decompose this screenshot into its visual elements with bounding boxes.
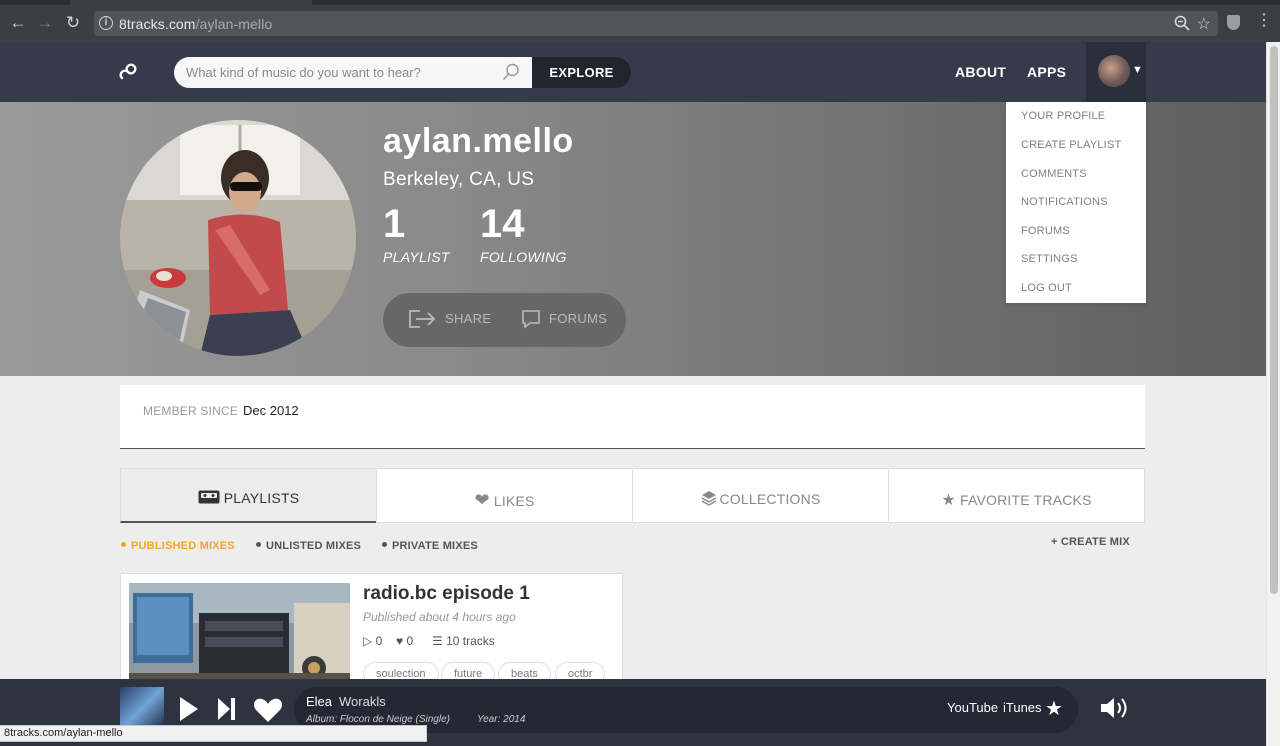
tab-collections[interactable]: COLLECTIONS [632, 468, 889, 523]
share-button[interactable]: SHARE [445, 311, 491, 326]
apps-link[interactable]: APPS [1027, 64, 1066, 80]
favorite-track-star-icon[interactable]: ★ [1045, 696, 1063, 721]
playlist-count[interactable]: 1 [383, 202, 405, 247]
menu-item-settings[interactable]: SETTINGS [1021, 253, 1078, 265]
profile-name: aylan.mello [383, 122, 574, 160]
itunes-link[interactable]: iTunes [1003, 700, 1042, 715]
link-status-bubble: 8tracks.com/aylan-mello [0, 725, 427, 742]
following-label[interactable]: FOLLOWING [480, 249, 567, 265]
tab-favorite-tracks[interactable]: ★ FAVORITE TRACKS [888, 468, 1145, 523]
track-artist: Worakls [339, 694, 386, 709]
track-album: Album: Flocon de Neige (Single) [306, 714, 450, 725]
heart-icon: ❤ [474, 490, 490, 510]
track-title: Elea [306, 694, 333, 709]
mix-published-time: Published about 4 hours ago [363, 610, 516, 624]
mix-tracks: ☰ 10 tracks [432, 634, 495, 648]
heart-count-icon: ♥ [396, 634, 404, 648]
browser-menu-icon[interactable]: ⋮ [1256, 12, 1272, 30]
forums-button[interactable]: FORUMS [549, 311, 607, 326]
private-mixes-link[interactable]: PRIVATE MIXES [382, 540, 478, 552]
bullet-icon [256, 542, 261, 547]
extension-shield-icon[interactable] [1227, 15, 1240, 30]
caret-down-icon: ▼ [1132, 64, 1143, 76]
volume-icon[interactable] [1099, 696, 1129, 725]
address-bar[interactable]: i 8tracks.com/aylan-mello ☆ [94, 11, 1218, 36]
back-icon[interactable]: ← [9, 14, 27, 32]
profile-location: Berkeley, CA, US [383, 169, 535, 190]
member-since-panel: MEMBER SINCE Dec 2012 [120, 385, 1145, 449]
create-mix-button[interactable]: + CREATE MIX [1051, 536, 1130, 548]
member-since-label: MEMBER SINCE [143, 404, 239, 418]
following-count[interactable]: 14 [480, 202, 525, 247]
profile-tabs: PLAYLISTS ❤ LIKES COLLECTIONS ★ FAVORITE… [120, 468, 1145, 524]
tab-likes-label: LIKES [493, 493, 535, 509]
playlist-label[interactable]: PLAYLIST [383, 249, 450, 265]
tab-likes[interactable]: ❤ LIKES [376, 468, 633, 523]
mix-title[interactable]: radio.bc episode 1 [363, 583, 530, 605]
track-year: Year: 2014 [477, 714, 526, 725]
bullet-icon [382, 542, 387, 547]
youtube-link[interactable]: YouTube [947, 700, 998, 715]
mix-tracks-value: 10 tracks [446, 634, 495, 648]
cassette-icon [198, 490, 220, 507]
8tracks-logo[interactable] [118, 58, 144, 84]
tab-collections-label: COLLECTIONS [719, 491, 821, 507]
mix-plays-value: 0 [375, 634, 383, 648]
site-info-icon[interactable]: i [99, 16, 113, 30]
tab-playlists[interactable]: PLAYLISTS [120, 468, 377, 523]
layers-icon [701, 490, 717, 509]
star-icon: ★ [941, 492, 956, 509]
search-input[interactable] [186, 57, 486, 88]
url-host: 8tracks.com [119, 16, 196, 32]
about-link[interactable]: ABOUT [955, 64, 1006, 80]
play-count-icon: ▷ [363, 634, 373, 648]
unlisted-mixes-label: UNLISTED MIXES [266, 540, 362, 552]
forums-icon[interactable] [521, 309, 541, 334]
mix-likes: ♥ 0 [396, 634, 413, 648]
forward-icon[interactable]: → [36, 14, 54, 32]
menu-item-your-profile[interactable]: YOUR PROFILE [1021, 110, 1105, 122]
menu-item-create-playlist[interactable]: CREATE PLAYLIST [1021, 139, 1121, 151]
mix-plays: ▷ 0 [363, 634, 382, 648]
scrollbar-thumb[interactable] [1270, 46, 1278, 594]
skip-button[interactable] [216, 695, 238, 728]
like-track-button[interactable] [253, 697, 283, 728]
bullet-icon [121, 542, 126, 547]
menu-item-log-out[interactable]: LOG OUT [1021, 282, 1072, 294]
reload-icon[interactable]: ↻ [64, 14, 82, 32]
bookmark-star-icon[interactable]: ☆ [1197, 14, 1211, 34]
unlisted-mixes-link[interactable]: UNLISTED MIXES [256, 540, 361, 552]
search-box [174, 57, 532, 88]
menu-item-comments[interactable]: COMMENTS [1021, 168, 1087, 180]
browser-chrome: ← → ↻ i 8tracks.com/aylan-mello ☆ ⋮ [0, 0, 1280, 42]
mix-likes-value: 0 [406, 634, 414, 648]
browser-tab[interactable] [70, 0, 312, 5]
member-since-value: Dec 2012 [243, 403, 299, 418]
user-menu-button[interactable]: ▼ [1086, 42, 1146, 102]
search-icon[interactable] [502, 63, 520, 81]
profile-picture [120, 120, 356, 356]
menu-item-forums[interactable]: FORUMS [1021, 225, 1070, 237]
site-header: EXPLORE ABOUT APPS ▼ [0, 42, 1266, 102]
tab-favorite-tracks-label: FAVORITE TRACKS [960, 492, 1092, 508]
zoom-icon[interactable] [1174, 15, 1190, 34]
menu-item-notifications[interactable]: NOTIFICATIONS [1021, 196, 1108, 208]
private-mixes-label: PRIVATE MIXES [392, 540, 478, 552]
tab-playlists-label: PLAYLISTS [223, 490, 300, 506]
published-mixes-label: PUBLISHED MIXES [131, 540, 235, 552]
published-mixes-link[interactable]: PUBLISHED MIXES [121, 540, 235, 552]
url-path: /aylan-mello [195, 16, 273, 32]
play-button[interactable] [178, 695, 200, 728]
mix-cover-image[interactable] [129, 583, 350, 693]
user-dropdown-menu: YOUR PROFILE CREATE PLAYLIST COMMENTS NO… [1006, 102, 1146, 303]
tracklist-icon: ☰ [432, 634, 443, 648]
url-text: 8tracks.com/aylan-mello [119, 16, 272, 32]
avatar [1098, 55, 1130, 87]
page-scrollbar[interactable] [1266, 42, 1280, 746]
tab-strip [0, 0, 1280, 5]
mix-card[interactable]: radio.bc episode 1 Published about 4 hou… [120, 573, 623, 693]
share-icon[interactable] [408, 309, 436, 334]
profile-actions: SHARE FORUMS [383, 293, 626, 347]
explore-button[interactable]: EXPLORE [532, 57, 631, 88]
